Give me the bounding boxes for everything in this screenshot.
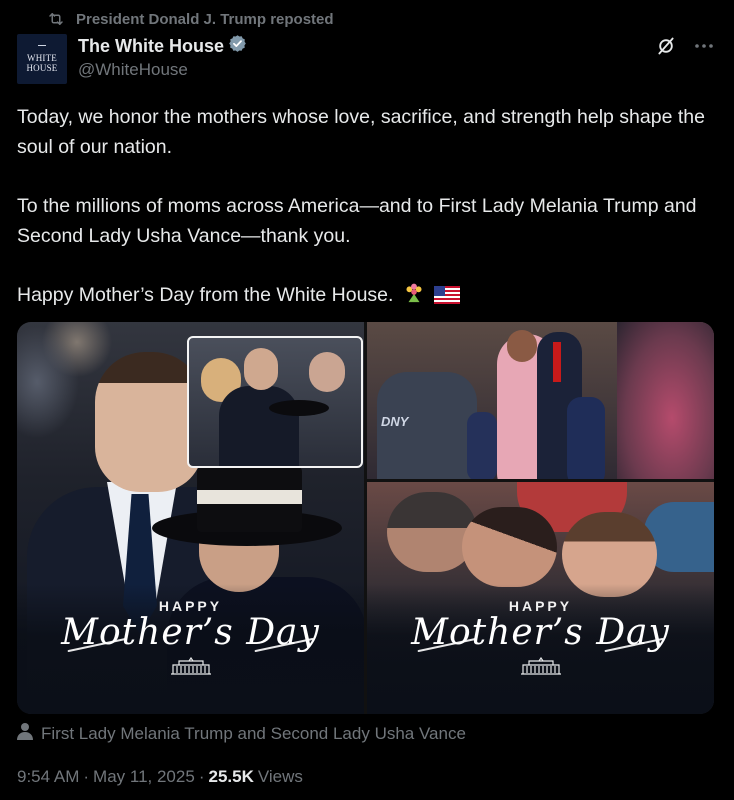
bouquet-emoji-icon (403, 282, 425, 313)
meta-separator: · (83, 767, 90, 786)
mothers-day-overlay: HAPPY Mother’s Day (17, 584, 364, 714)
figure-shape (567, 397, 605, 479)
media-grid[interactable]: HAPPY Mother’s Day DNY HAPPY Mother’s Da… (17, 322, 714, 714)
red-tie-shape (553, 342, 561, 382)
mothers-day-script: Mother’s Day (61, 612, 320, 653)
tweet-paragraph-1: Today, we honor the mothers whose love, … (17, 106, 705, 158)
figure-shape (467, 412, 497, 479)
media-image-right-top[interactable]: DNY (367, 322, 714, 479)
author-name-row: The White House (78, 34, 247, 58)
inset-photo (187, 336, 363, 468)
avatar-text-line2: HOUSE (26, 63, 58, 73)
author-handle[interactable]: @WhiteHouse (78, 60, 247, 80)
inset-figure (219, 386, 299, 466)
avatar[interactable]: WHITE HOUSE (17, 34, 67, 84)
inset-figure (244, 348, 278, 390)
tweet-paragraph-3: Happy Mother’s Day from the White House. (17, 280, 707, 313)
media-image-right: DNY HAPPY Mother’s Day (367, 322, 714, 714)
hat-band-shape (197, 490, 302, 504)
media-image-right-bottom[interactable]: HAPPY Mother’s Day (367, 482, 714, 714)
author-name[interactable]: The White House (78, 36, 224, 57)
mothers-day-script: Mother’s Day (411, 612, 670, 653)
figure-shape (462, 507, 557, 587)
grok-icon[interactable] (656, 36, 676, 56)
inset-hat (269, 400, 329, 416)
repost-header[interactable]: President Donald J. Trump reposted (46, 8, 334, 30)
inset-figure (309, 352, 345, 392)
verified-badge-icon (228, 34, 247, 58)
avatar-text-line1: WHITE (27, 53, 57, 63)
tweet-actions-top (656, 36, 714, 56)
tweet-date[interactable]: May 11, 2025 (93, 767, 195, 787)
tweet-paragraph-3-text: Happy Mother’s Day from the White House. (17, 284, 394, 306)
views-label: Views (257, 767, 303, 786)
person-icon (17, 722, 33, 745)
repost-icon (46, 9, 66, 29)
media-image-left[interactable]: HAPPY Mother’s Day (17, 322, 364, 714)
us-flag-emoji-icon (434, 283, 461, 313)
mothers-day-overlay: HAPPY Mother’s Day (367, 584, 714, 714)
views-count[interactable]: 25.5K (208, 767, 253, 787)
tweet-meta: 9:54 AM · May 11, 2025 · 25.5K Views (17, 767, 303, 787)
white-house-emblem-icon (517, 656, 565, 680)
avatar-seal (38, 45, 46, 51)
meta-separator: · (198, 767, 205, 786)
tweet-time[interactable]: 9:54 AM (17, 767, 79, 787)
author-block: The White House @WhiteHouse (78, 34, 247, 80)
tweet-text: Today, we honor the mothers whose love, … (17, 102, 707, 313)
caption-text: First Lady Melania Trump and Second Lady… (41, 723, 466, 743)
media-caption: First Lady Melania Trump and Second Lady… (17, 722, 466, 745)
white-house-emblem-icon (167, 656, 215, 680)
repost-text: President Donald J. Trump reposted (76, 10, 334, 28)
tweet-paragraph-2: To the millions of moms across America—a… (17, 195, 697, 247)
figure-shape (507, 330, 537, 362)
jacket-label: DNY (381, 414, 409, 429)
crowd-shape (617, 322, 714, 479)
more-options-icon[interactable] (694, 43, 714, 49)
